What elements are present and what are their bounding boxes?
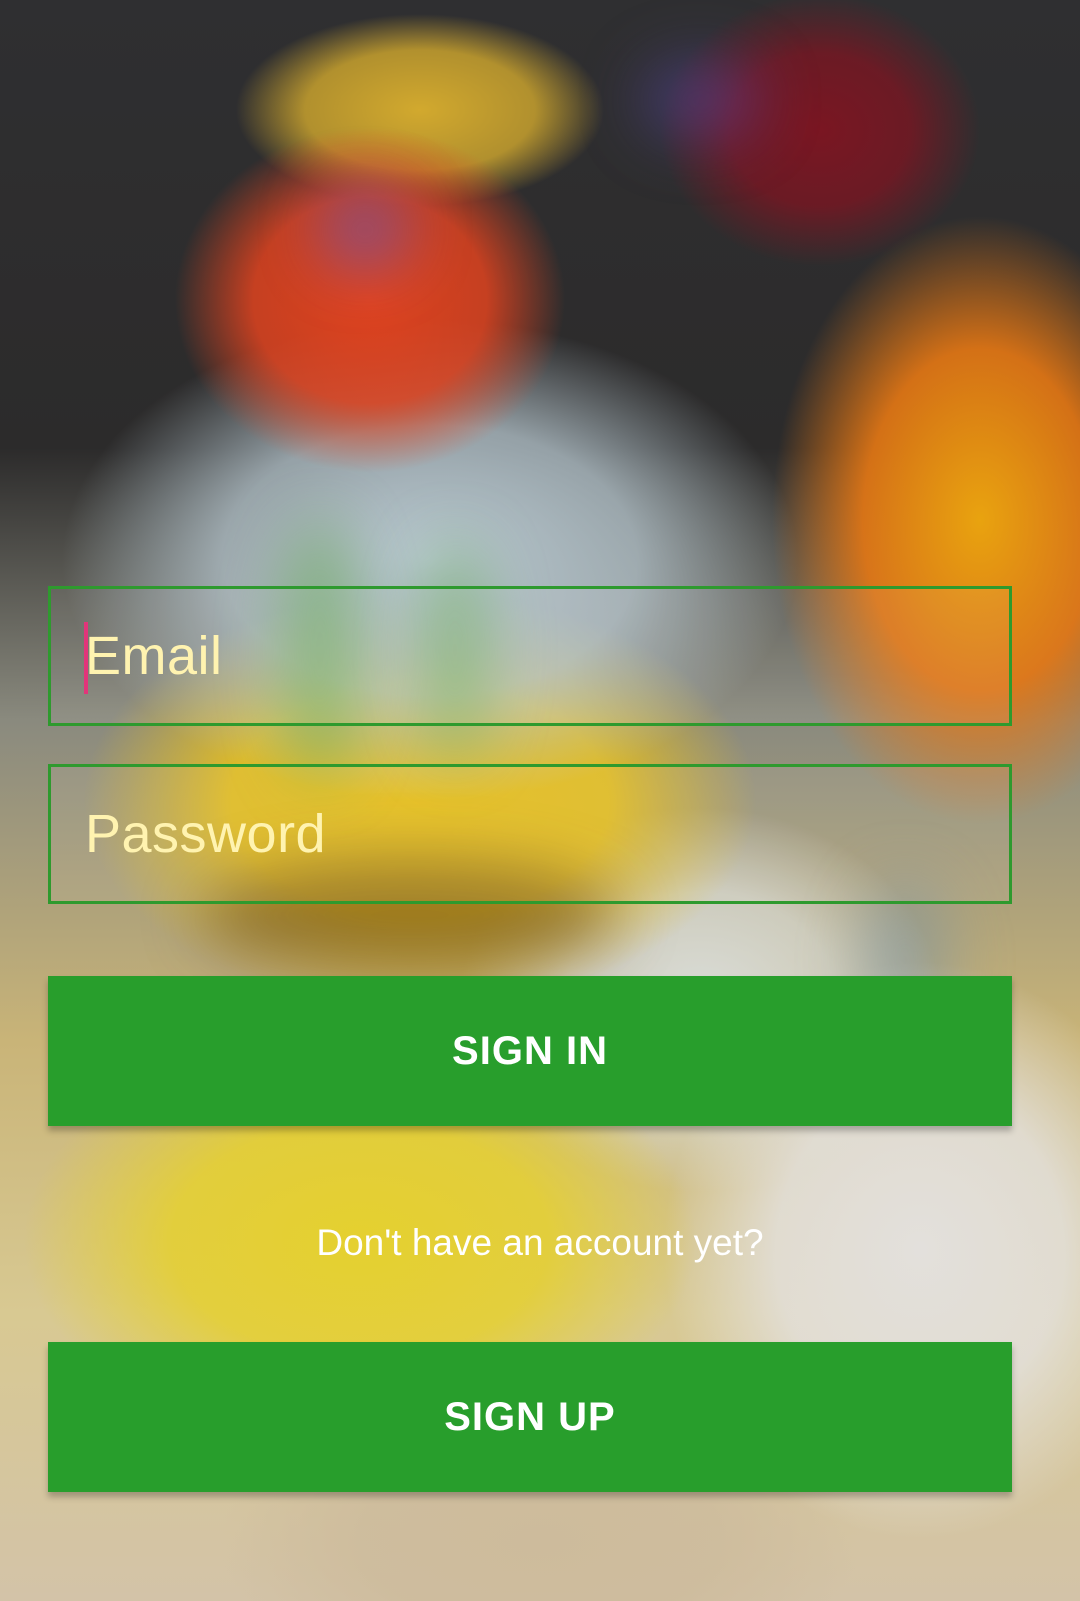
sign-in-button[interactable]: SIGN IN	[48, 976, 1012, 1126]
password-field[interactable]: Password	[48, 764, 1012, 904]
text-cursor	[84, 622, 88, 694]
sign-up-button[interactable]: SIGN UP	[48, 1342, 1012, 1492]
password-placeholder: Password	[85, 804, 327, 864]
account-prompt-text: Don't have an account yet?	[316, 1222, 764, 1263]
email-placeholder: Email	[85, 626, 223, 686]
email-field[interactable]: Email	[48, 586, 1012, 726]
